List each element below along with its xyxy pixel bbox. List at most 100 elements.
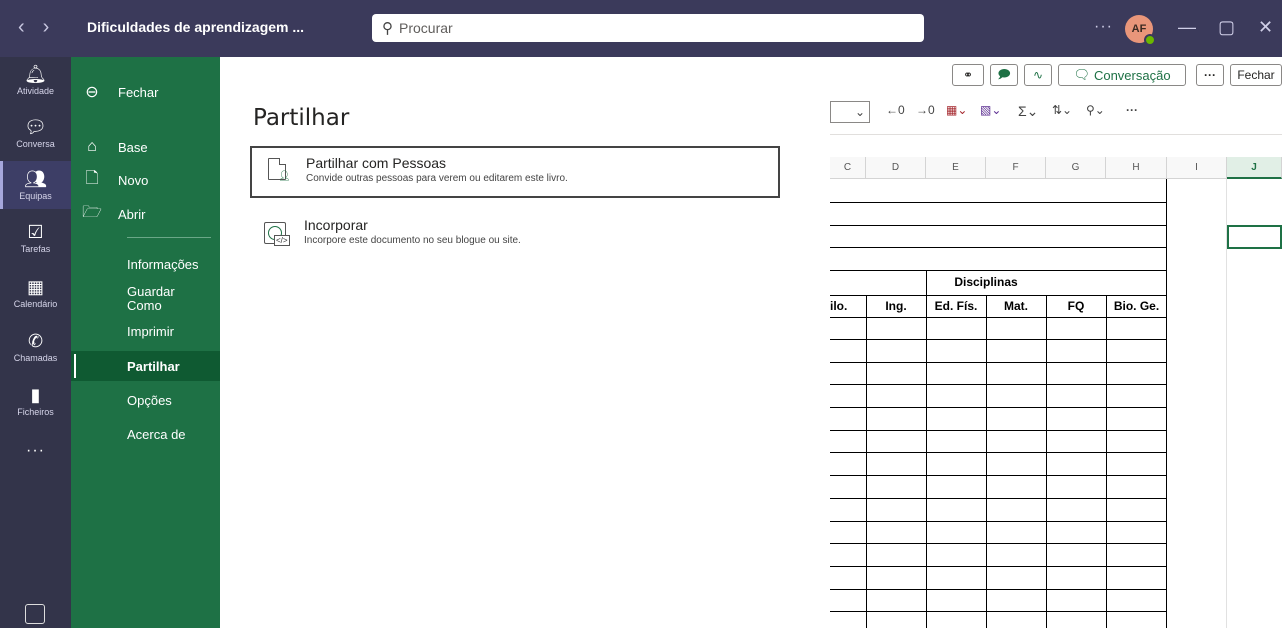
rail-item-equipas[interactable]: 👥︎ Equipas <box>0 161 71 209</box>
decrease-decimal-icon[interactable]: →0 <box>916 103 935 117</box>
table-border <box>830 498 1167 499</box>
nav-item-opcoes[interactable]: Opções <box>71 385 220 415</box>
nav-label: Como <box>127 298 162 313</box>
table-icon[interactable]: ▦⌄ <box>946 103 967 117</box>
avatar-initials: AF <box>1131 23 1147 35</box>
close-excel-button[interactable]: Fechar <box>1230 64 1282 86</box>
share-with-people-option[interactable]: 👤︎ Partilhar com Pessoas Convide outras … <box>250 146 780 198</box>
table-border <box>830 225 1167 226</box>
nav-item-partilhar[interactable]: Partilhar <box>71 351 220 381</box>
chevron-down-icon[interactable]: ⌄ <box>830 101 870 123</box>
comment-icon[interactable]: 🗩︎ <box>990 64 1018 86</box>
table-border <box>1106 295 1107 628</box>
nav-item-novo[interactable]: 🗋︎ Novo <box>71 165 220 195</box>
sort-filter-icon[interactable]: ⇅⌄ <box>1052 103 1072 117</box>
format-icon[interactable]: ▧⌄ <box>980 103 1001 117</box>
bell-icon: 🔔︎ <box>24 64 47 84</box>
forward-arrow-icon[interactable]: › <box>43 17 50 37</box>
ribbon-more-button[interactable]: ··· <box>1196 64 1224 86</box>
close-backstage-button[interactable]: ⊖ Fechar <box>71 77 220 107</box>
table-header: FQ <box>1067 299 1085 313</box>
option-title: Partilhar com Pessoas <box>306 155 447 171</box>
folder-icon: 🗁︎ <box>82 203 102 221</box>
rail-label: Chamadas <box>13 353 58 363</box>
selected-cell[interactable] <box>1227 225 1282 249</box>
rail-label: Atividade <box>16 86 55 96</box>
increase-decimal-icon[interactable]: ←0 <box>886 103 905 117</box>
rail-label: Calendário <box>13 299 58 309</box>
table-header: Mat. <box>1004 299 1028 313</box>
app-rail: 🔔︎ Atividade 💬︎ Conversa 👥︎ Equipas ☑ Ta… <box>0 57 71 628</box>
conversation-button[interactable]: 🗨︎ Conversação <box>1058 64 1186 86</box>
column-header[interactable]: G <box>1046 157 1106 179</box>
ribbon-commands: ⌄ ←0 →0 ▦⌄ ▧⌄ Σ⌄ ⇅⌄ ⚲⌄ ··· <box>830 91 1282 135</box>
table-border <box>830 362 1167 363</box>
search-input[interactable]: ⚲ Procurar <box>372 14 924 42</box>
rail-item-tarefas[interactable]: ☑ Tarefas <box>0 222 71 262</box>
rail-label: Tarefas <box>20 244 51 254</box>
embed-option[interactable]: </> Incorporar Incorpore este documento … <box>250 210 780 262</box>
table-border <box>866 295 867 628</box>
tasks-icon: ☑ <box>27 222 44 242</box>
column-header[interactable]: E <box>926 157 986 179</box>
more-icon[interactable]: ··· <box>1126 103 1138 117</box>
teams-icon: 👥︎ <box>24 169 47 189</box>
column-header-selected[interactable]: J <box>1227 157 1282 179</box>
nav-item-informacoes[interactable]: Informações <box>71 249 220 279</box>
rail-item-ficheiros[interactable]: ▮ Ficheiros <box>0 385 71 425</box>
column-header[interactable]: F <box>986 157 1046 179</box>
nav-item-abrir[interactable]: 🗁︎ Abrir <box>71 199 220 229</box>
more-apps-icon[interactable]: ··· <box>0 442 71 460</box>
back-circle-icon: ⊖ <box>85 84 99 101</box>
close-button[interactable]: ✕ <box>1258 18 1273 36</box>
rail-label: Equipas <box>19 191 52 201</box>
rail-item-atividade[interactable]: 🔔︎ Atividade <box>0 64 71 104</box>
find-icon[interactable]: ⚲⌄ <box>1086 103 1105 117</box>
embed-icon: </> <box>264 222 290 248</box>
nav-label: Abrir <box>118 206 146 222</box>
sum-icon[interactable]: Σ⌄ <box>1018 103 1038 120</box>
backstage-nav: ⊖ Fechar ⌂ Base 🗋︎ Novo 🗁︎ Abrir Informa… <box>71 57 220 628</box>
table-border <box>830 430 1167 431</box>
column-header[interactable]: D <box>866 157 926 179</box>
table-header: Ing. <box>885 299 907 313</box>
avatar[interactable]: AF <box>1125 15 1156 46</box>
phone-icon: ✆ <box>27 331 44 351</box>
back-arrow-icon[interactable]: ‹ <box>18 17 25 37</box>
maximize-button[interactable]: ▢ <box>1218 18 1235 36</box>
table-border <box>830 566 1167 567</box>
nav-item-base[interactable]: ⌂ Base <box>71 132 220 162</box>
table-border <box>830 475 1167 476</box>
rail-item-chamadas[interactable]: ✆ Chamadas <box>0 331 71 371</box>
table-border <box>986 295 987 628</box>
apps-icon[interactable] <box>25 604 45 624</box>
nav-label: Guardar <box>127 284 175 299</box>
more-options-icon[interactable]: ··· <box>1094 18 1113 36</box>
column-header[interactable]: C <box>830 157 866 179</box>
table-border <box>830 317 1167 318</box>
nav-item-guardar-como[interactable]: Guardar Como <box>127 285 175 313</box>
table-border <box>1046 295 1047 628</box>
minimize-button[interactable]: — <box>1178 18 1196 36</box>
nav-item-acerca-de[interactable]: Acerca de <box>71 419 220 449</box>
share-panel: Partilhar 👤︎ Partilhar com Pessoas Convi… <box>220 57 830 628</box>
nav-item-imprimir[interactable]: Imprimir <box>71 316 220 346</box>
table-border <box>926 270 927 295</box>
excel-workbook: ⚭ 🗩︎ ∿ 🗨︎ Conversação ··· Fechar ⌄ ←0 →0… <box>830 57 1282 628</box>
option-title: Incorporar <box>304 217 368 233</box>
chat-icon: 💬︎ <box>24 117 47 137</box>
link-icon[interactable]: ⚭ <box>952 64 984 86</box>
column-header[interactable]: H <box>1106 157 1167 179</box>
rail-item-conversa[interactable]: 💬︎ Conversa <box>0 117 71 157</box>
table-border <box>830 543 1167 544</box>
chat-bubble-icon: 🗨︎ <box>1073 67 1090 82</box>
rail-item-calendario[interactable]: ▦ Calendário <box>0 277 71 317</box>
column-header[interactable]: I <box>1167 157 1227 179</box>
home-icon: ⌂ <box>87 138 97 155</box>
table-border <box>830 247 1167 248</box>
activity-icon[interactable]: ∿ <box>1024 64 1052 86</box>
nav-divider <box>127 237 211 238</box>
table-border <box>830 202 1167 203</box>
table-border <box>830 339 1167 340</box>
table-border <box>830 270 1167 271</box>
